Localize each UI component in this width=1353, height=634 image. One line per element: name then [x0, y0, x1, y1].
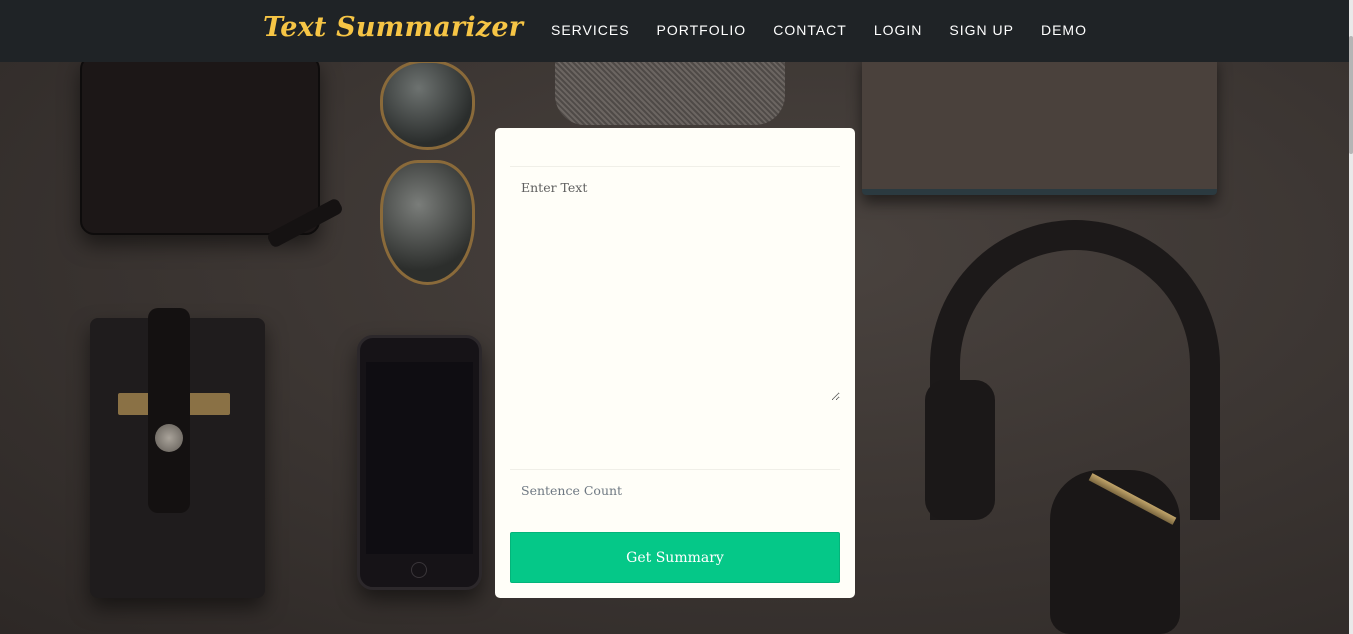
snap-button-image [155, 424, 183, 452]
divider [510, 469, 840, 470]
sunglasses-lens-image [380, 160, 475, 285]
nav-link-signup[interactable]: SIGN UP [949, 22, 1014, 38]
headphones-cup-image [925, 380, 995, 520]
text-input-area[interactable] [510, 176, 840, 401]
nav-link-login[interactable]: LOGIN [874, 22, 923, 38]
get-summary-button[interactable]: Get Summary [510, 532, 840, 583]
strap-image [148, 308, 190, 513]
wallet-image [80, 55, 320, 235]
sunglasses-lens-image [380, 60, 475, 150]
notebook-image [862, 55, 1217, 195]
nav-link-demo[interactable]: DEMO [1041, 22, 1087, 38]
sentence-count-input[interactable] [510, 478, 840, 502]
summarize-form-card: Get Summary [495, 128, 855, 598]
nav-link-portfolio[interactable]: PORTFOLIO [657, 22, 747, 38]
scrollbar-thumb[interactable] [1349, 36, 1353, 154]
nav-link-contact[interactable]: CONTACT [773, 22, 847, 38]
page-scrollbar[interactable] [1349, 0, 1353, 634]
nav-links: SERVICES PORTFOLIO CONTACT LOGIN SIGN UP… [551, 22, 1114, 38]
bowtie-image [555, 55, 785, 125]
home-button-image [411, 562, 427, 578]
brand-logo[interactable]: Text Summarizer [263, 12, 523, 43]
nav-link-services[interactable]: SERVICES [551, 22, 630, 38]
smartphone-screen-image [366, 362, 473, 554]
divider [510, 166, 840, 167]
top-navbar: Text Summarizer SERVICES PORTFOLIO CONTA… [0, 0, 1353, 62]
